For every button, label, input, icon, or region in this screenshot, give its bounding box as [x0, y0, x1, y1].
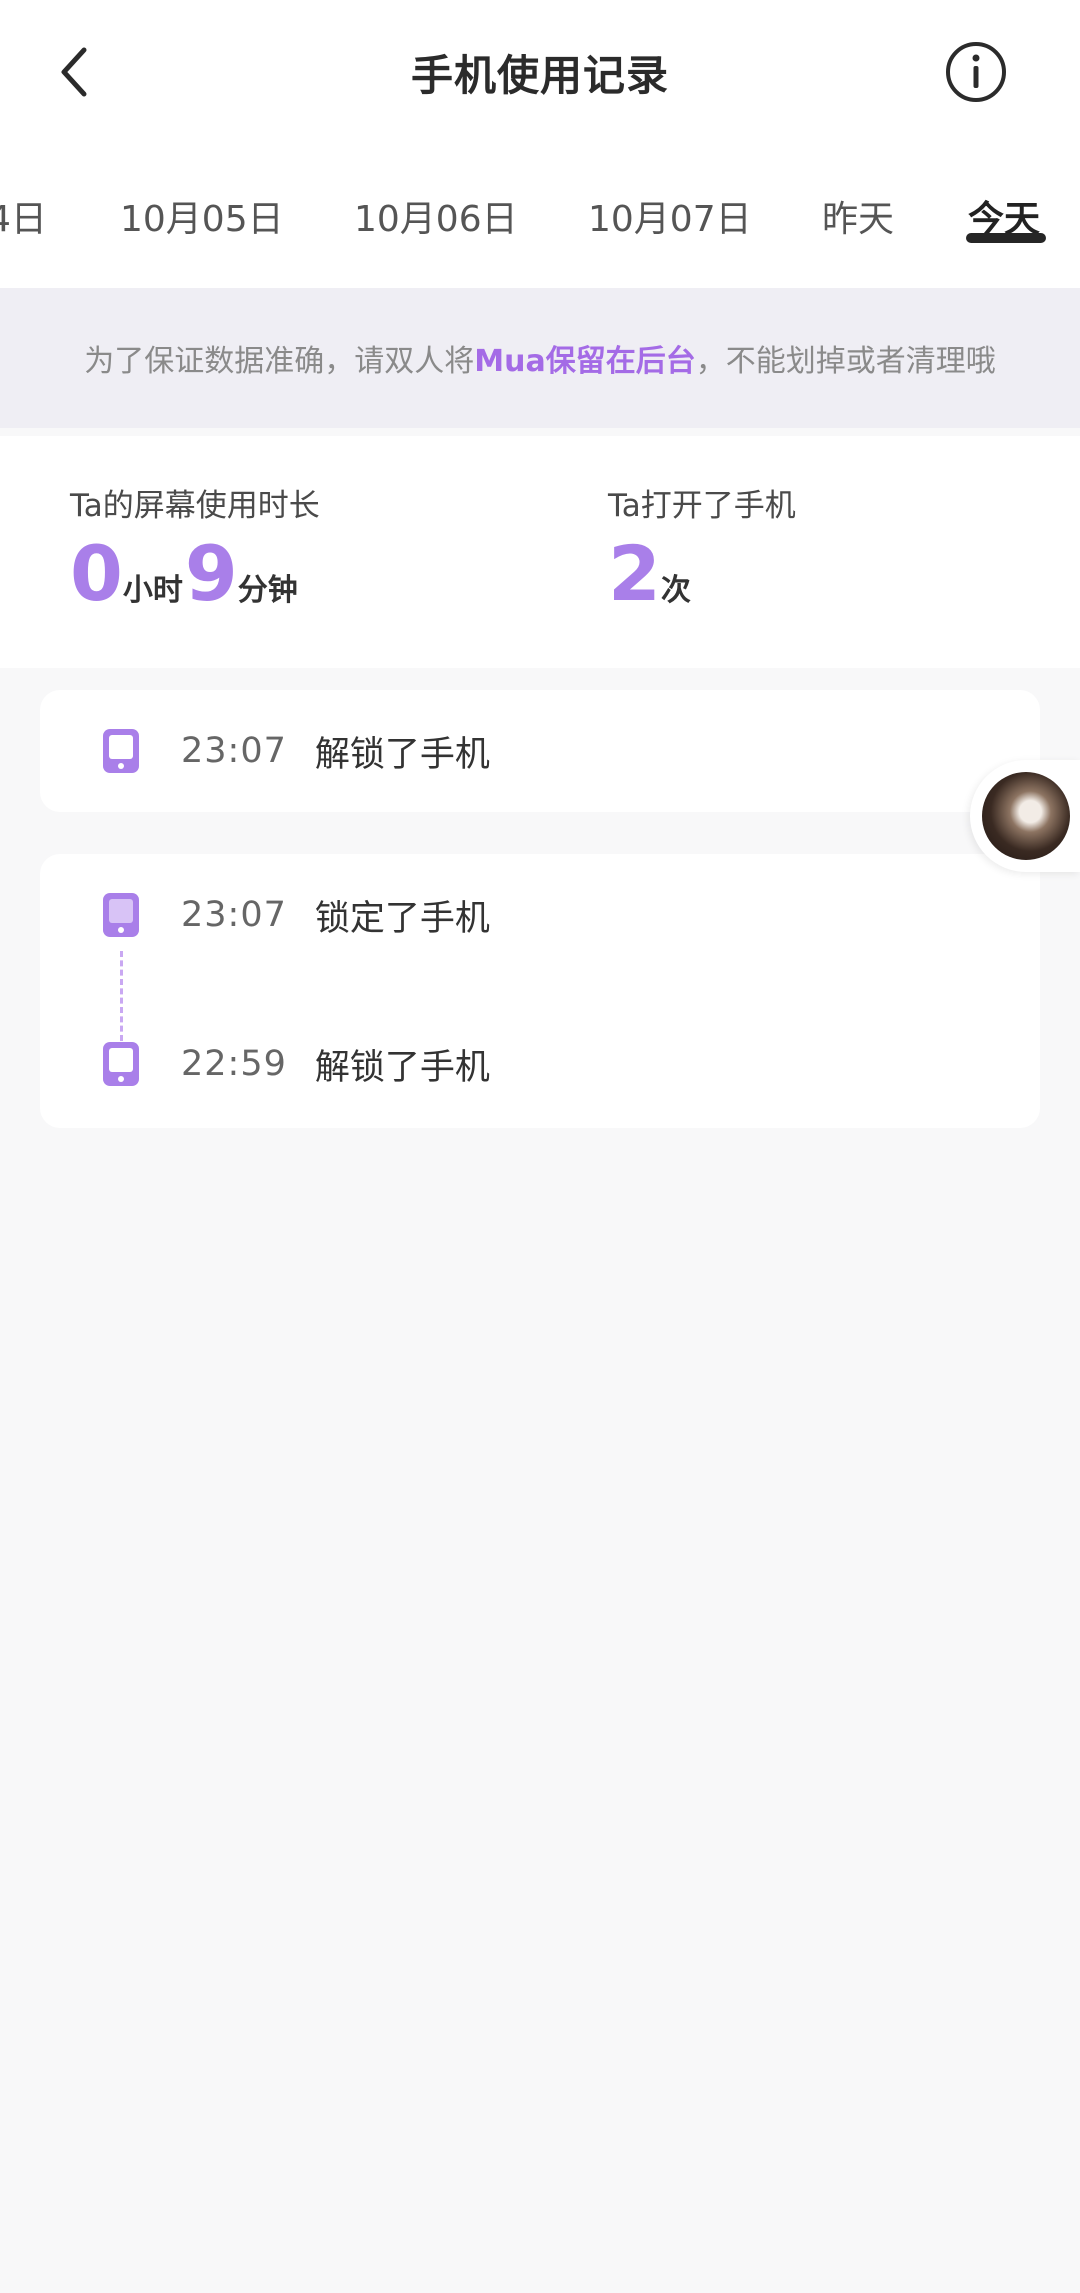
notice-prefix: 为了保证数据准确，请双人将 [84, 344, 475, 379]
hours-unit: 小时 [122, 573, 183, 608]
unlock-count-value: 2 [608, 529, 661, 618]
avatar [982, 772, 1070, 860]
timeline-connector [120, 951, 123, 1041]
active-tab-indicator [966, 233, 1046, 243]
phone-locked-icon [103, 893, 139, 937]
record-row: 23:07 锁定了手机 [40, 885, 490, 945]
info-button[interactable] [940, 36, 1012, 108]
record-text: 锁定了手机 [314, 898, 490, 939]
phone-unlocked-icon [103, 1042, 139, 1086]
screen-time-stat: Ta的屏幕使用时长 0 小时 9 分钟 [70, 480, 320, 617]
record-time: 23:07 [181, 895, 287, 935]
record-row: 22:59 解锁了手机 [40, 1034, 490, 1094]
tab-yesterday[interactable]: 昨天 [822, 144, 894, 288]
page-title: 手机使用记录 [410, 50, 669, 100]
phone-unlocked-icon [103, 729, 139, 773]
screen-time-label: Ta的屏幕使用时长 [70, 488, 320, 524]
record-row: 23:07 解锁了手机 [40, 721, 490, 781]
record-time: 22:59 [181, 1044, 287, 1084]
unlock-count-label: Ta打开了手机 [608, 488, 796, 524]
record-text: 解锁了手机 [314, 734, 490, 775]
minutes-unit: 分钟 [237, 573, 298, 608]
unlock-count-stat: Ta打开了手机 2 次 [608, 480, 796, 617]
tab-date-1007[interactable]: 10月07日 [588, 144, 752, 288]
tab-date-04[interactable]: 4日 [0, 144, 47, 288]
notice-suffix: ，不能划掉或者清理哦 [695, 344, 996, 379]
date-tabs: 4日 10月05日 10月06日 10月07日 昨天 今天 [0, 144, 1080, 288]
record-card: 23:07 解锁了手机 [40, 690, 1040, 812]
notice-banner: 为了保证数据准确，请双人将 Mua保留在后台 ，不能划掉或者清理哦 [0, 288, 1080, 428]
screen-time-minutes: 9 [184, 529, 238, 618]
tab-date-1006[interactable]: 10月06日 [354, 144, 518, 288]
tab-today[interactable]: 今天 [968, 144, 1040, 288]
info-circle-icon [946, 42, 1006, 102]
record-card: 23:07 锁定了手机 22:59 解锁了手机 [40, 854, 1040, 1128]
top-bar: 手机使用记录 [0, 0, 1080, 144]
tab-date-1005[interactable]: 10月05日 [120, 144, 284, 288]
notice-highlight: Mua保留在后台 [474, 344, 696, 379]
floating-avatar-button[interactable] [970, 760, 1080, 872]
count-unit: 次 [660, 573, 691, 608]
record-time: 23:07 [181, 731, 287, 771]
record-text: 解锁了手机 [314, 1047, 490, 1088]
screen-time-hours: 0 [70, 529, 123, 618]
stats-panel: Ta的屏幕使用时长 0 小时 9 分钟 Ta打开了手机 2 次 [0, 436, 1080, 668]
